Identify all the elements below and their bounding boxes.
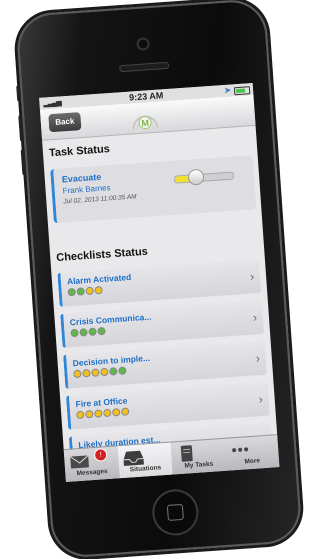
checklist-item[interactable]: Alarm Activated ›	[57, 259, 261, 307]
status-dot	[73, 370, 82, 379]
chevron-right-icon: ›	[255, 351, 260, 365]
status-dots	[70, 327, 105, 337]
app-logo-icon: M	[130, 106, 160, 132]
chevron-right-icon: ›	[252, 310, 257, 324]
more-icon	[224, 440, 255, 460]
tab-messages[interactable]: ! Messages	[64, 446, 120, 482]
chevron-right-icon: ›	[250, 269, 255, 283]
status-dot	[76, 411, 85, 420]
tab-more[interactable]: More	[224, 435, 280, 471]
status-dot	[103, 409, 112, 418]
chevron-right-icon: ›	[258, 392, 263, 406]
status-dot	[91, 368, 100, 377]
location-icon: ➤	[224, 86, 231, 95]
mute-switch	[16, 85, 21, 101]
checklist-item-name: Crisis Communica...	[69, 312, 151, 328]
status-dot	[76, 287, 85, 296]
task-card[interactable]: Evacuate Frank Barnes Jul 02, 2013 11:00…	[50, 155, 256, 223]
notebook-icon	[171, 443, 202, 463]
home-button[interactable]	[153, 490, 198, 535]
status-dot	[67, 288, 76, 297]
front-camera	[138, 39, 148, 49]
inbox-icon	[117, 447, 148, 467]
status-dot	[121, 407, 130, 416]
checklist-item[interactable]: Fire at Office›	[66, 382, 270, 430]
checklists-status-title: Checklists Status	[56, 246, 148, 264]
tab-my-tasks[interactable]: My Tasks	[170, 439, 226, 475]
checklist-item[interactable]: Decision to imple... ›	[63, 341, 267, 389]
status-dot	[94, 286, 103, 295]
battery-icon	[234, 86, 251, 95]
checklist-item[interactable]: Crisis Communica... ›	[60, 300, 264, 348]
earpiece-speaker	[120, 63, 168, 71]
back-button[interactable]: Back	[48, 112, 81, 132]
status-dots	[67, 286, 102, 296]
tab-situations[interactable]: Situations	[117, 443, 173, 479]
volume-up-button	[18, 115, 24, 141]
checklist-item-name: Alarm Activated	[67, 272, 132, 286]
status-dot	[85, 287, 94, 296]
task-date: Jul 02, 2013 11:00:35 AM	[63, 193, 137, 205]
status-dots	[73, 367, 126, 379]
status-dot	[82, 369, 91, 378]
task-status-title: Task Status	[49, 143, 111, 159]
messages-badge: !	[94, 448, 108, 462]
envelope-icon	[64, 451, 95, 471]
slider-thumb[interactable]	[188, 169, 205, 186]
status-dot	[85, 410, 94, 419]
status-dot	[118, 367, 127, 376]
task-progress-slider[interactable]	[174, 172, 234, 184]
status-dot	[88, 327, 97, 336]
status-dot	[109, 367, 118, 376]
svg-text:M: M	[141, 118, 149, 128]
status-dot	[94, 409, 103, 418]
status-dot	[79, 328, 88, 337]
status-dots	[76, 407, 129, 419]
task-assignee: Frank Barnes	[62, 183, 111, 195]
checklist-item-name: Decision to imple...	[72, 353, 150, 368]
app-screen: ▂▃▄▅ 9:23 AM ➤ Back M Task Status Evacua…	[39, 83, 279, 482]
status-dot	[97, 327, 106, 336]
volume-down-button	[21, 149, 27, 175]
status-dot	[112, 408, 121, 417]
task-name: Evacuate	[62, 172, 102, 185]
status-dot	[70, 329, 79, 338]
status-dot	[100, 368, 109, 377]
phone-frame: ▂▃▄▅ 9:23 AM ➤ Back M Task Status Evacua…	[15, 0, 302, 559]
home-square-icon	[167, 504, 184, 521]
